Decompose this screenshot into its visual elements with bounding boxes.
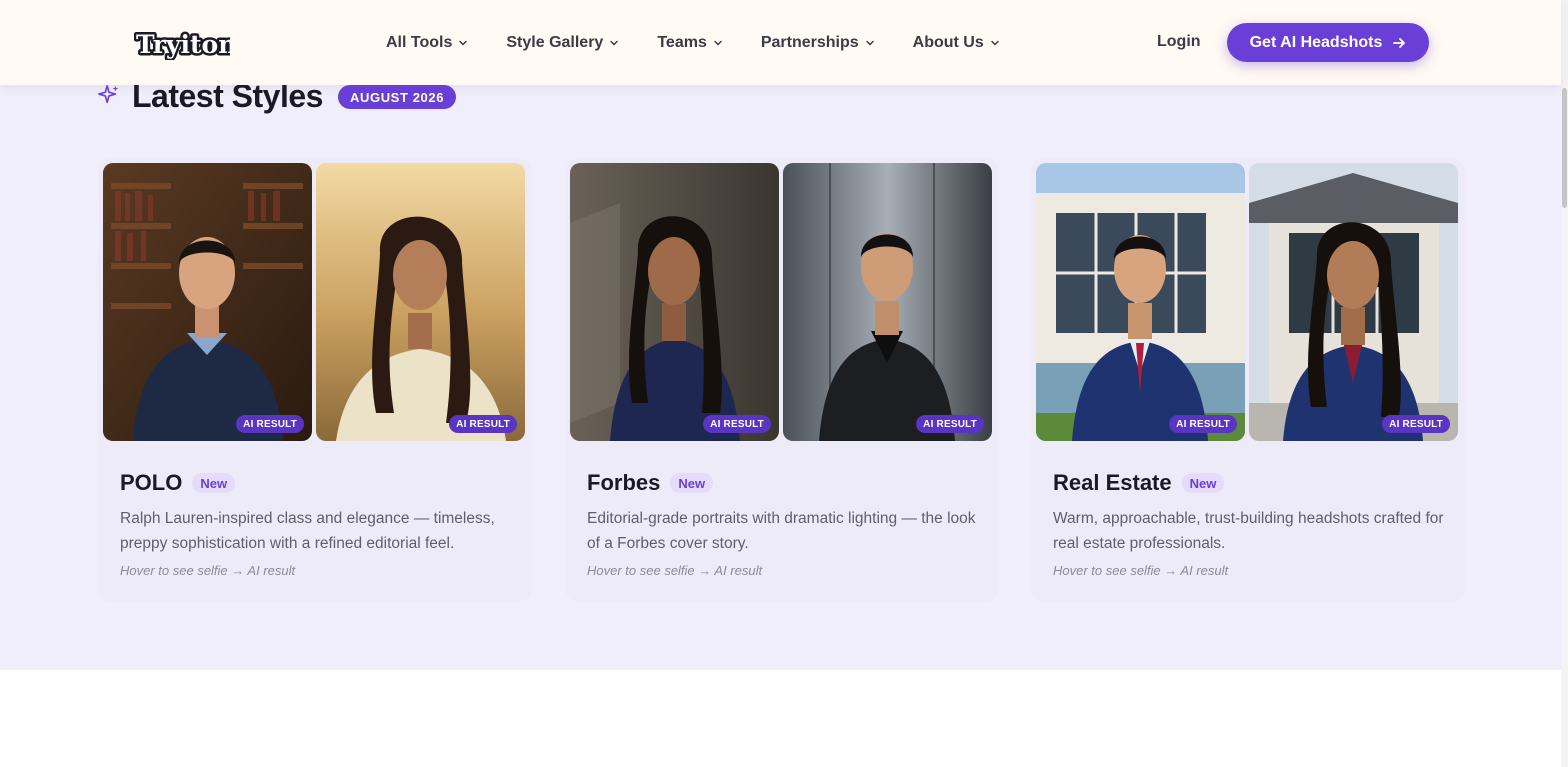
style-card-real-estate[interactable]: AI RESULT AI RESULT Real Estate New Warm… xyxy=(1031,158,1465,602)
main-nav: All Tools Style Gallery Teams Partnershi… xyxy=(386,30,1038,56)
ai-result-badge: AI RESULT xyxy=(1382,415,1450,433)
style-description: Editorial-grade portraits with dramatic … xyxy=(587,510,976,552)
nav-partnerships[interactable]: Partnerships xyxy=(761,30,875,56)
style-name: Real Estate xyxy=(1053,470,1172,495)
nav-label: Teams xyxy=(657,34,707,51)
portrait-image xyxy=(1036,163,1245,441)
get-ai-headshots-button[interactable]: Get AI Headshots xyxy=(1227,23,1429,62)
nav-label: Style Gallery xyxy=(506,34,604,51)
card-title: Forbes New xyxy=(587,470,714,496)
ai-result-badge: AI RESULT xyxy=(236,415,304,433)
style-photo[interactable]: AI RESULT xyxy=(1249,163,1458,441)
nav-label: All Tools xyxy=(386,34,453,51)
new-badge: New xyxy=(670,473,714,493)
login-link[interactable]: Login xyxy=(1157,33,1201,51)
hover-hint: Hover to see selfie → AI result xyxy=(587,563,763,578)
style-card-polo[interactable]: AI RESULT AI RESULT POLO New Ralph Laure… xyxy=(98,158,532,602)
scrollbar-thumb[interactable] xyxy=(1562,88,1567,208)
style-photo[interactable]: AI RESULT xyxy=(1036,163,1245,441)
nav-label: About Us xyxy=(912,34,984,51)
style-photo[interactable]: AI RESULT xyxy=(103,163,312,441)
ai-result-badge: AI RESULT xyxy=(449,415,517,433)
portrait-image xyxy=(316,163,525,441)
ai-result-badge: AI RESULT xyxy=(916,415,984,433)
portrait-image xyxy=(1249,163,1458,441)
style-name: POLO xyxy=(120,470,183,495)
next-section xyxy=(0,670,1561,767)
nav-label: Partnerships xyxy=(760,34,859,51)
portrait-image xyxy=(570,163,779,441)
sparkle-icon xyxy=(98,85,119,104)
arrow-right-icon xyxy=(1393,37,1406,48)
card-title: Real Estate New xyxy=(1053,470,1225,496)
nav-all-tools[interactable]: All Tools xyxy=(386,30,468,56)
chevron-down-icon xyxy=(865,40,874,46)
tryiton-logo[interactable]: Tryiton Tryiton xyxy=(134,26,239,62)
chevron-down-icon xyxy=(459,40,468,46)
page-scrollbar[interactable] xyxy=(1561,0,1568,767)
style-photo[interactable]: AI RESULT xyxy=(316,163,525,441)
nav-teams[interactable]: Teams xyxy=(657,30,723,56)
logo-text: Tryiton xyxy=(136,30,230,59)
nav-style-gallery[interactable]: Style Gallery xyxy=(506,30,619,56)
portrait-image xyxy=(103,163,312,441)
style-photo[interactable]: AI RESULT xyxy=(783,163,992,441)
portrait-image xyxy=(783,163,992,441)
chevron-down-icon xyxy=(714,40,722,46)
chevron-down-icon xyxy=(610,40,619,46)
chevron-down-icon xyxy=(991,40,999,46)
new-badge: New xyxy=(1181,473,1225,493)
style-description: Ralph Lauren-inspired class and elegance… xyxy=(120,510,495,552)
style-name: Forbes xyxy=(587,470,661,495)
card-title: POLO New xyxy=(120,470,236,496)
month-badge: AUGUST 2026 xyxy=(338,85,457,109)
style-description: Warm, approachable, trust-building heads… xyxy=(1053,510,1444,552)
hover-hint: Hover to see selfie → AI result xyxy=(120,563,296,578)
style-card-forbes[interactable]: AI RESULT AI RESULT Forbes New Editorial… xyxy=(565,158,999,602)
cta-label: Get AI Headshots xyxy=(1249,33,1383,51)
site-header: Tryiton Tryiton All Tools Style Gallery … xyxy=(0,0,1561,85)
new-badge: New xyxy=(192,473,236,493)
style-photo[interactable]: AI RESULT xyxy=(570,163,779,441)
hover-hint: Hover to see selfie → AI result xyxy=(1053,563,1229,578)
ai-result-badge: AI RESULT xyxy=(703,415,771,433)
ai-result-badge: AI RESULT xyxy=(1169,415,1237,433)
nav-about-us[interactable]: About Us xyxy=(913,30,1000,56)
